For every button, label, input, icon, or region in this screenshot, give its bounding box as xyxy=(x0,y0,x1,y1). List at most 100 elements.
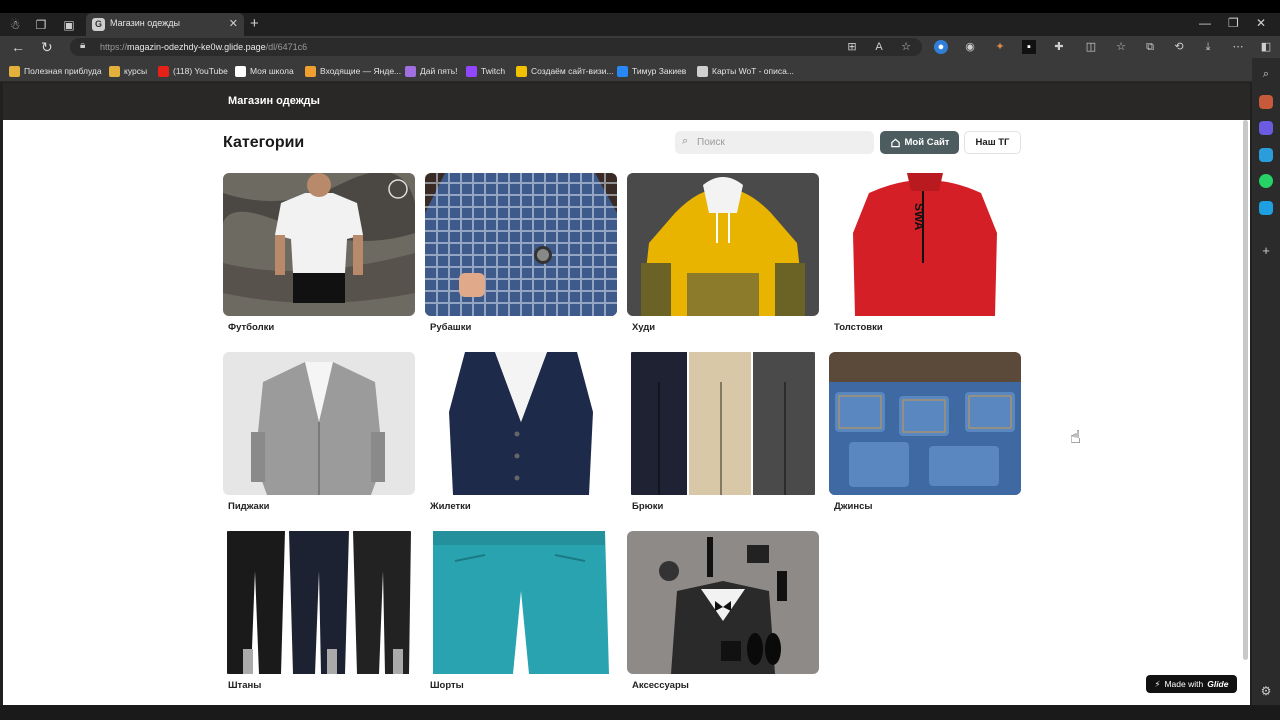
restore-icon[interactable]: ❐ xyxy=(1228,16,1239,30)
category-label: Худи xyxy=(632,322,656,333)
category-label: Футболки xyxy=(228,322,275,333)
category-card[interactable]: Пиджаки xyxy=(223,352,415,522)
tab-actions-icon[interactable]: ▣ xyxy=(61,17,77,33)
workspaces-icon[interactable]: ❐ xyxy=(33,17,49,33)
track-pants-image[interactable] xyxy=(223,531,415,674)
category-label: Жилетки xyxy=(430,501,471,512)
bookmark-label: Дай пять! xyxy=(420,66,458,76)
bookmark-icon xyxy=(9,65,20,77)
category-label: Рубашки xyxy=(430,322,472,333)
minimize-icon[interactable]: — xyxy=(1199,16,1211,30)
my-site-label: Мой Сайт xyxy=(904,137,950,148)
category-card[interactable]: Футболки xyxy=(223,173,415,343)
sidebar-search-icon[interactable]: ⌕ xyxy=(1259,68,1273,82)
scrollbar-thumb[interactable] xyxy=(1243,120,1248,660)
back-icon[interactable]: ← xyxy=(11,39,25,55)
tshirt-image[interactable] xyxy=(223,173,415,316)
bookmark-icon xyxy=(158,65,169,77)
category-card[interactable]: Аксессуары xyxy=(627,531,819,701)
bookmark-item[interactable]: Тимур Закиев xyxy=(617,64,686,78)
downloads-icon[interactable]: ⤓ xyxy=(1201,40,1215,54)
bookmark-icon xyxy=(516,65,527,77)
bookmark-item[interactable]: Полезная приблуда xyxy=(9,64,102,78)
sidebar-whatsapp-icon[interactable] xyxy=(1259,174,1273,188)
category-card[interactable]: Брюки xyxy=(627,352,819,522)
extension-color-icon[interactable]: ✦ xyxy=(993,40,1007,54)
bookmark-label: Полезная приблуда xyxy=(24,66,102,76)
category-card[interactable]: Рубашки xyxy=(425,173,617,343)
extension-blue-icon[interactable]: ● xyxy=(934,40,948,54)
category-card[interactable]: Жилетки xyxy=(425,352,617,522)
history-icon[interactable]: ⟲ xyxy=(1172,40,1186,54)
category-card[interactable]: SWA Толстовки xyxy=(829,173,1021,343)
bookmark-item[interactable]: Twitch xyxy=(466,64,505,78)
bookmark-item[interactable]: курсы xyxy=(109,64,147,78)
bookmark-label: Входящие — Яндe... xyxy=(320,66,402,76)
category-label: Брюки xyxy=(632,501,664,512)
app-header: Магазин одежды xyxy=(3,83,1250,120)
top-edge xyxy=(0,0,1280,13)
close-window-icon[interactable]: ✕ xyxy=(1256,16,1266,30)
profile-icon[interactable]: ☃ xyxy=(7,17,23,33)
category-card[interactable]: Джинсы xyxy=(829,352,1021,522)
collections-icon[interactable]: ⧉ xyxy=(1143,40,1157,54)
favorite-star-icon[interactable]: ☆ xyxy=(899,40,913,54)
reload-icon[interactable]: ↻ xyxy=(41,39,53,55)
page-viewport: Магазин одежды Категории ⌕ Мой Сайт Наш … xyxy=(3,83,1250,705)
sidebar-add-icon[interactable]: + xyxy=(1259,244,1273,258)
url-text[interactable]: https://magazin-odezhdy-ke0w.glide.page/… xyxy=(100,42,307,52)
our-tg-label: Наш ТГ xyxy=(975,137,1010,148)
search-input[interactable] xyxy=(697,135,865,150)
category-label: Шорты xyxy=(430,680,464,691)
shirt-image[interactable] xyxy=(425,173,617,316)
shorts-image[interactable] xyxy=(425,531,617,674)
my-site-button[interactable]: Мой Сайт xyxy=(880,131,959,154)
sweatshirt-image[interactable]: SWA xyxy=(829,173,1021,316)
copilot-icon[interactable]: ◧ xyxy=(1259,40,1273,54)
category-card[interactable]: Худи xyxy=(627,173,819,343)
bookmark-item[interactable]: Карты WoT - описа... xyxy=(697,64,794,78)
vest-image[interactable] xyxy=(425,352,617,495)
lock-icon[interactable]: 🔒︎ xyxy=(80,40,85,51)
bookmark-item[interactable]: Входящие — Яндe... xyxy=(305,64,401,78)
tab-close-icon[interactable]: ✕ xyxy=(229,17,238,30)
app-available-icon[interactable]: ⊞ xyxy=(845,40,859,54)
sidebar-games-icon[interactable] xyxy=(1259,121,1273,135)
bookmark-icon xyxy=(405,65,416,77)
bookmark-item[interactable]: Дай пять! xyxy=(405,64,457,78)
extensions-puzzle-icon[interactable]: ✚ xyxy=(1052,40,1066,54)
our-tg-button[interactable]: Наш ТГ xyxy=(964,131,1021,154)
app-title[interactable]: Магазин одежды xyxy=(228,95,320,107)
svg-text:SWA: SWA xyxy=(912,203,926,231)
more-menu-icon[interactable]: ⋯ xyxy=(1231,40,1245,54)
search-box[interactable]: ⌕ xyxy=(675,131,874,154)
bookmark-item[interactable]: Создаём сайт-визи... xyxy=(516,64,614,78)
jeans-image[interactable] xyxy=(829,352,1021,495)
sidebar-tools-icon[interactable] xyxy=(1259,95,1273,109)
category-card[interactable]: Штаны xyxy=(223,531,415,701)
glide-brand-label: Glide xyxy=(1207,679,1229,689)
made-with-glide-badge[interactable]: ⚡︎ Made with Glide xyxy=(1146,675,1237,693)
category-label: Аксессуары xyxy=(632,680,689,691)
blazer-image[interactable] xyxy=(223,352,415,495)
sidebar-settings-icon[interactable]: ⚙ xyxy=(1259,684,1273,698)
new-tab-icon[interactable]: + xyxy=(250,15,259,33)
hoodie-image[interactable] xyxy=(627,173,819,316)
read-aloud-icon[interactable]: A xyxy=(872,40,886,54)
extension-chrome-icon[interactable]: ◉ xyxy=(963,40,977,54)
trousers-image[interactable] xyxy=(627,352,819,495)
extension-dark-icon[interactable]: ▪ xyxy=(1022,40,1036,54)
sidebar-app-icon[interactable] xyxy=(1259,201,1273,215)
favorites-icon[interactable]: ☆ xyxy=(1114,40,1128,54)
accessories-image[interactable] xyxy=(627,531,819,674)
category-label: Пиджаки xyxy=(228,501,270,512)
bookmark-item[interactable]: Моя школа xyxy=(235,64,294,78)
bookmark-item[interactable]: (118) YouTube xyxy=(158,64,228,78)
tab-active[interactable]: G Магазин одежды ✕ xyxy=(86,13,244,36)
bookmark-icon xyxy=(305,65,316,77)
tab-favicon-icon: G xyxy=(92,18,105,31)
split-screen-icon[interactable]: ◫ xyxy=(1084,40,1098,54)
category-card[interactable]: Шорты xyxy=(425,531,617,701)
tab-title: Магазин одежды xyxy=(110,18,180,28)
sidebar-telegram-icon[interactable] xyxy=(1259,148,1273,162)
